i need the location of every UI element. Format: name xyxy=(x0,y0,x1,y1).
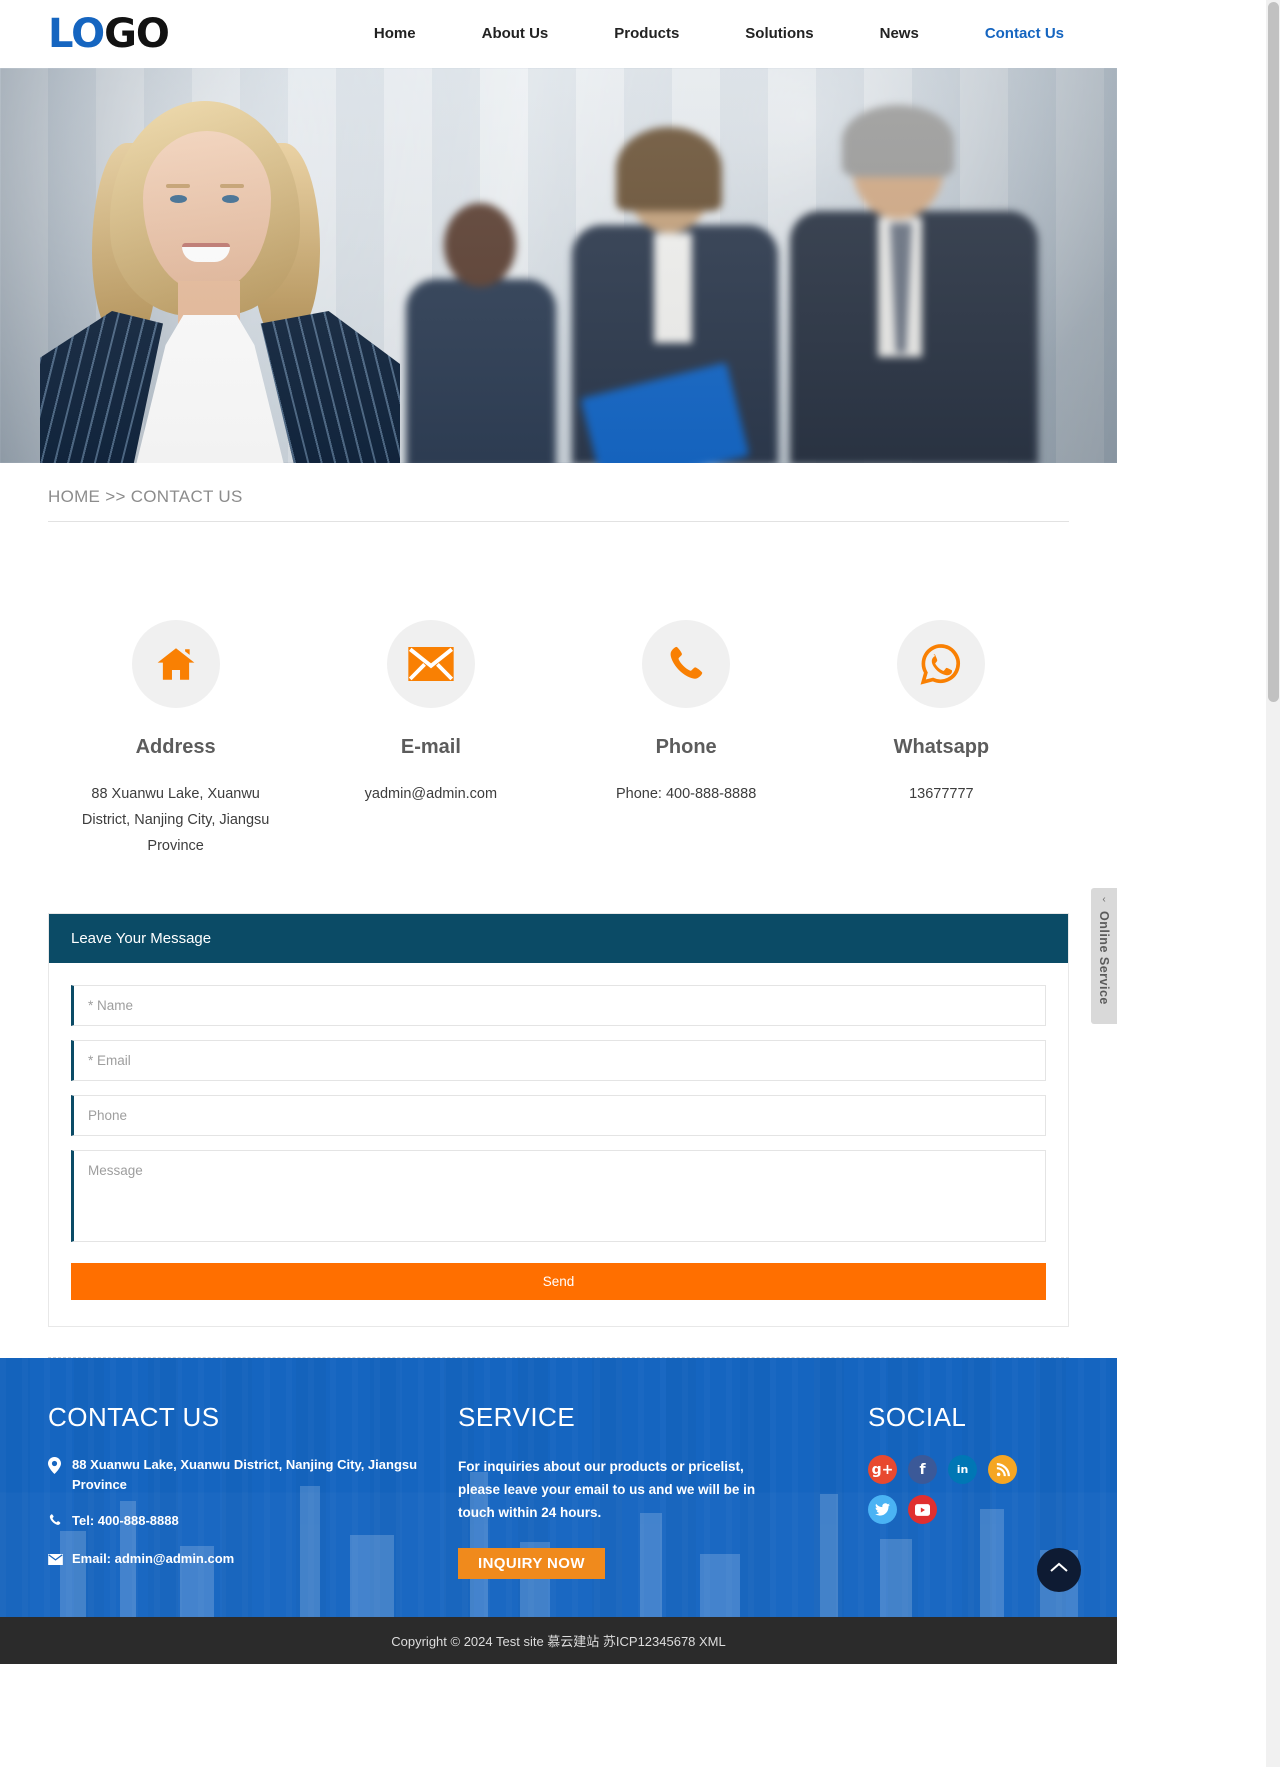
chevron-left-icon[interactable]: ‹ xyxy=(1091,894,1117,905)
email-input[interactable] xyxy=(71,1040,1046,1081)
contact-card-phone: Phone Phone: 400-888-8888 xyxy=(559,620,814,859)
footer-social-heading: SOCIAL xyxy=(868,1402,967,1432)
online-service-label: Online Service xyxy=(1097,911,1111,1005)
envelope-icon xyxy=(48,1549,72,1571)
footer-address-text: 88 Xuanwu Lake, Xuanwu District, Nanjing… xyxy=(72,1457,418,1492)
linkedin-icon[interactable]: in xyxy=(948,1455,977,1484)
name-input[interactable] xyxy=(71,985,1046,1026)
phone-input[interactable] xyxy=(71,1095,1046,1136)
contact-card-whatsapp: Whatsapp 13677777 xyxy=(814,620,1069,859)
breadcrumb-wrapper: HOME >> CONTACT US xyxy=(0,463,1117,522)
banner-overlay xyxy=(0,68,1117,463)
send-button[interactable]: Send xyxy=(71,1263,1046,1300)
footer-tel-text: Tel: 400-888-8888 xyxy=(72,1513,179,1528)
hero-banner-image xyxy=(0,68,1117,463)
footer-address-row: 88 Xuanwu Lake, Xuanwu District, Nanjing… xyxy=(48,1455,458,1495)
chevron-up-icon xyxy=(1050,1561,1068,1579)
contact-card-text: 13677777 xyxy=(909,786,974,802)
home-icon xyxy=(131,620,220,708)
footer-email-text: Email: admin@admin.com xyxy=(72,1551,235,1566)
footer-contact-heading: CONTACT US xyxy=(48,1402,220,1432)
contact-card-text: 88 Xuanwu Lake, Xuanwu District, Nanjing… xyxy=(81,786,270,854)
logo-part-2: GO xyxy=(104,10,170,57)
footer-email-row: Email: admin@admin.com xyxy=(48,1549,458,1571)
nav-item-contact-us[interactable]: Contact Us xyxy=(952,25,1097,42)
footer-contact-column: CONTACT US 88 Xuanwu Lake, Xuanwu Distri… xyxy=(48,1402,458,1587)
breadcrumb[interactable]: HOME >> CONTACT US xyxy=(48,487,1069,522)
footer-service-heading: SERVICE xyxy=(458,1402,576,1432)
contact-card-title: Whatsapp xyxy=(893,736,990,758)
rss-icon[interactable] xyxy=(988,1455,1017,1484)
back-to-top-button[interactable] xyxy=(1037,1548,1081,1592)
contact-card-text: Phone: 400-888-8888 xyxy=(615,786,757,802)
nav-item-news[interactable]: News xyxy=(847,25,952,42)
contact-card-title: Phone xyxy=(655,736,717,758)
footer-social-column: SOCIAL g+ f in xyxy=(868,1402,1068,1587)
footer-service-column: SERVICE For inquiries about our products… xyxy=(458,1402,868,1587)
message-form-wrapper: Leave Your Message Send xyxy=(0,859,1117,1327)
inquiry-now-button[interactable]: INQUIRY NOW xyxy=(458,1548,605,1579)
site-logo[interactable]: LO GO xyxy=(48,10,170,57)
online-service-tab[interactable]: ‹ Online Service xyxy=(1091,888,1117,1024)
facebook-icon[interactable]: f xyxy=(908,1455,937,1484)
copyright-bar: Copyright © 2024 Test site 慕云建站 苏ICP1234… xyxy=(0,1617,1117,1664)
contact-card-text: yadmin@admin.com xyxy=(364,786,498,802)
contact-cards: Address 88 Xuanwu Lake, Xuanwu District,… xyxy=(0,522,1117,859)
nav-item-solutions[interactable]: Solutions xyxy=(712,25,846,42)
scrollbar-thumb[interactable] xyxy=(1268,2,1279,702)
nav-item-home[interactable]: Home xyxy=(341,25,449,42)
location-pin-icon xyxy=(48,1455,72,1480)
whatsapp-icon xyxy=(897,620,986,708)
nav-item-products[interactable]: Products xyxy=(581,25,712,42)
main-navigation: Home About Us Products Solutions News Co… xyxy=(341,25,1097,42)
site-header: LO GO Home About Us Products Solutions Ne… xyxy=(0,0,1117,68)
footer-service-description: For inquiries about our products or pric… xyxy=(458,1459,756,1520)
message-form: Leave Your Message Send xyxy=(48,913,1069,1327)
youtube-icon[interactable] xyxy=(908,1495,937,1524)
social-icon-list: g+ f in xyxy=(868,1455,1033,1524)
site-footer: CONTACT US 88 Xuanwu Lake, Xuanwu Distri… xyxy=(0,1358,1117,1617)
google-plus-icon[interactable]: g+ xyxy=(868,1455,897,1484)
message-textarea[interactable] xyxy=(71,1150,1046,1242)
phone-icon xyxy=(642,620,731,708)
page-root: LO GO Home About Us Products Solutions Ne… xyxy=(0,0,1117,1664)
contact-card-address: Address 88 Xuanwu Lake, Xuanwu District,… xyxy=(48,620,303,859)
logo-part-1: LO xyxy=(48,10,105,57)
footer-tel-row: Tel: 400-888-8888 xyxy=(48,1511,458,1533)
nav-item-about-us[interactable]: About Us xyxy=(449,25,582,42)
contact-card-title: Address xyxy=(135,736,216,758)
form-body: Send xyxy=(49,963,1068,1326)
form-title: Leave Your Message xyxy=(49,914,1068,963)
twitter-icon[interactable] xyxy=(868,1495,897,1524)
envelope-icon xyxy=(386,620,475,708)
contact-card-email: E-mail yadmin@admin.com xyxy=(303,620,558,859)
contact-card-title: E-mail xyxy=(400,736,461,758)
phone-icon xyxy=(48,1511,72,1533)
